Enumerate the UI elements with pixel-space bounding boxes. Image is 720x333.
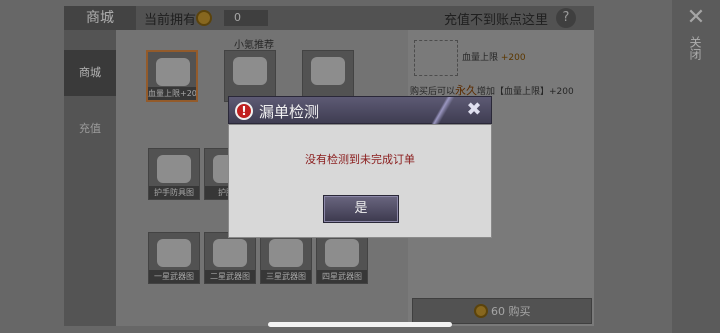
missed-order-dialog: ! 漏单检测 ✖ 没有检测到未完成订单 是	[228, 96, 492, 238]
dialog-header: ! 漏单检测 ✖	[228, 96, 492, 125]
dialog-body: 没有检测到未完成订单 是	[228, 124, 492, 238]
confirm-button[interactable]: 是	[323, 195, 399, 223]
warning-icon: !	[235, 102, 253, 120]
dialog-title: 漏单检测	[259, 103, 320, 121]
home-indicator[interactable]	[268, 322, 452, 327]
dialog-message: 没有检测到未完成订单	[305, 153, 415, 166]
dialog-close-icon[interactable]: ✖	[463, 99, 485, 121]
